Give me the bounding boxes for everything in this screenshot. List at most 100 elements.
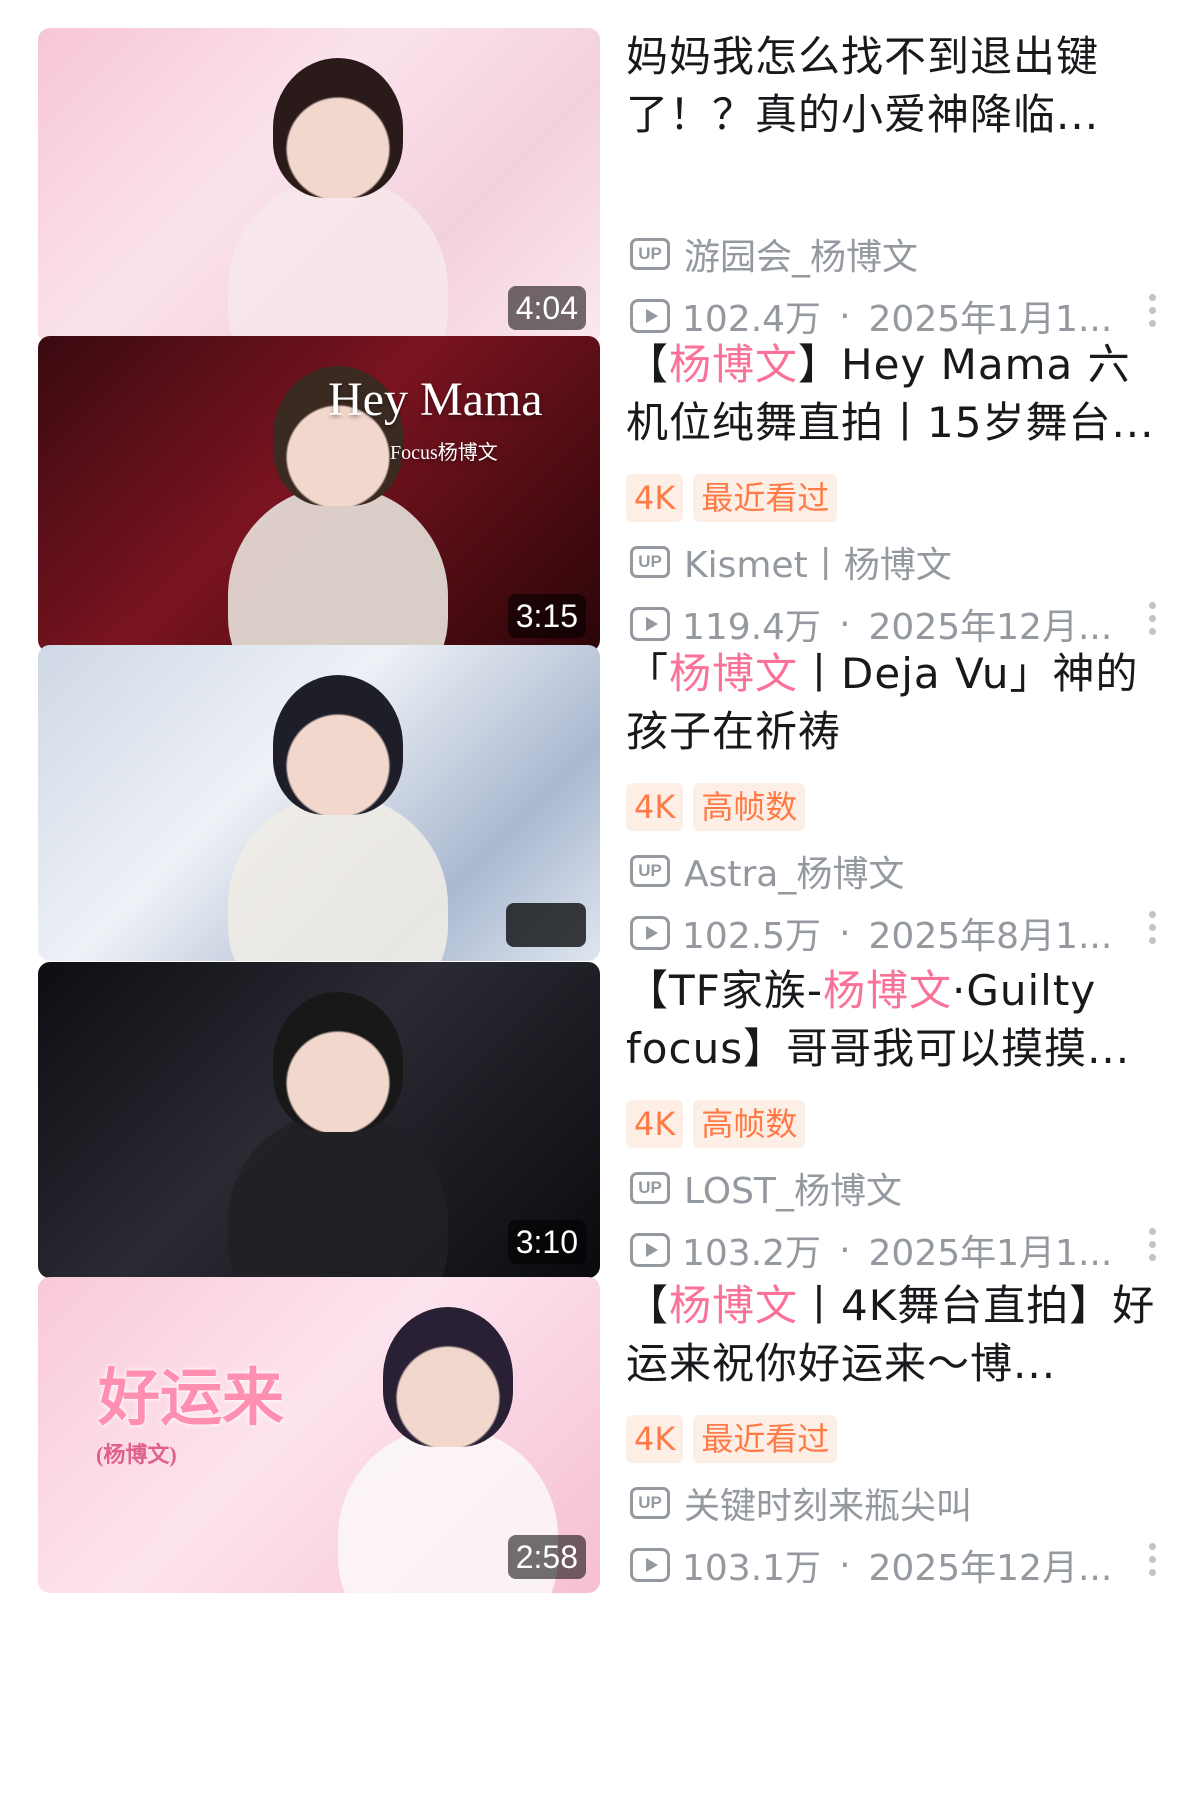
video-tag: 4K	[626, 1100, 684, 1148]
video-list: 4:04 妈妈我怎么找不到退出键了！？真的小爱神降临... UP 游园会_杨博文 102…	[0, 0, 1200, 1796]
more-dot	[1148, 911, 1156, 918]
video-card[interactable]: 3:10 【TF家族-杨博文·Guilty focus】哥哥我可以摸摸... 4K 高…	[0, 962, 1200, 1282]
video-card[interactable]: 「杨博文丨Deja Vu」神的孩子在祈祷 4K 高帧数 UP Astra_杨博文 102.…	[0, 645, 1200, 965]
video-title[interactable]: 【TF家族-杨博文·Guilty focus】哥哥我可以摸摸...	[626, 962, 1166, 1078]
duration-badge: 4:04	[507, 286, 586, 330]
separator-dot: ·	[839, 1544, 851, 1586]
video-title[interactable]: 【杨博文】Hey Mama 六机位纯舞直拍丨15岁舞台...	[626, 336, 1166, 452]
stats-line: 103.1万 · 2025年12月...	[630, 1539, 1130, 1591]
performer-figure	[228, 486, 448, 652]
video-tag: 最近看过	[693, 1415, 838, 1463]
stats-line: 102.4万 · 2025年1月1...	[630, 290, 1130, 342]
more-options-icon[interactable]	[1146, 911, 1158, 951]
separator-dot: ·	[839, 1229, 851, 1271]
separator-dot: ·	[839, 295, 851, 337]
duration-badge	[506, 903, 586, 947]
title-text: 【TF家族-	[626, 966, 823, 1015]
more-dot	[1148, 602, 1156, 609]
stats-line: 103.2万 · 2025年1月1...	[630, 1224, 1130, 1276]
separator-dot: ·	[839, 912, 851, 954]
duration-badge: 3:15	[507, 594, 586, 638]
title-keyword-highlight: 杨博文	[669, 340, 799, 389]
duration-badge: 3:10	[507, 1220, 586, 1264]
uploader-name: 关键时刻来瓶尖叫	[684, 1486, 973, 1527]
more-dot	[1148, 294, 1156, 301]
uploader-name: LOST_杨博文	[684, 1171, 902, 1212]
publish-date: 2025年1月1...	[868, 1233, 1113, 1274]
performer-head	[273, 675, 403, 815]
video-tag: 4K	[626, 783, 684, 831]
more-dot	[1148, 1241, 1156, 1248]
thumbnail-overlay-subtitle: (杨博文)	[96, 1442, 177, 1467]
tag-row: 4K 高帧数	[626, 783, 806, 831]
video-thumbnail[interactable]	[38, 645, 600, 961]
more-dot	[1148, 307, 1156, 314]
title-keyword-highlight: 杨博文	[669, 649, 799, 698]
play-count-icon	[630, 916, 670, 950]
view-count: 119.4万	[682, 607, 822, 648]
video-title[interactable]: 妈妈我怎么找不到退出键了！？真的小爱神降临...	[626, 28, 1166, 144]
publish-date: 2025年1月1...	[868, 299, 1113, 340]
tag-row: 4K 最近看过	[626, 474, 838, 522]
performer-figure	[228, 1112, 448, 1278]
title-text: 【	[626, 340, 670, 389]
view-count: 102.4万	[682, 299, 822, 340]
title-keyword-highlight: 杨博文	[822, 966, 952, 1015]
video-thumbnail[interactable]: Hey Mama Focus杨博文 3:15	[38, 336, 600, 652]
more-dot	[1148, 937, 1156, 944]
uploader-line[interactable]: UP LOST_杨博文	[630, 1162, 1130, 1214]
video-thumbnail[interactable]: 3:10	[38, 962, 600, 1278]
uploader-line[interactable]: UP Astra_杨博文	[630, 845, 1130, 897]
uploader-line[interactable]: UP 游园会_杨博文	[630, 228, 1130, 280]
play-count-icon	[630, 1233, 670, 1267]
more-options-icon[interactable]	[1146, 602, 1158, 642]
video-thumbnail[interactable]: 4:04	[38, 28, 600, 344]
uploader-name: Kismet丨杨博文	[684, 545, 952, 586]
more-dot	[1148, 924, 1156, 931]
view-count: 103.1万	[682, 1548, 822, 1589]
up-icon: UP	[630, 546, 670, 578]
video-tag: 最近看过	[693, 474, 838, 522]
more-dot	[1148, 1228, 1156, 1235]
more-dot	[1148, 615, 1156, 622]
title-text: 【	[626, 1281, 670, 1330]
video-card[interactable]: 好运来 (杨博文) 2:58 【杨博文丨4K舞台直拍】好运来祝你好运来～博... 4K 最…	[0, 1277, 1200, 1597]
performer-figure	[228, 178, 448, 344]
video-tag: 高帧数	[693, 783, 806, 831]
video-title[interactable]: 「杨博文丨Deja Vu」神的孩子在祈祷	[626, 645, 1166, 761]
more-dot	[1148, 320, 1156, 327]
play-count-icon	[630, 607, 670, 641]
up-icon: UP	[630, 855, 670, 887]
view-count: 102.5万	[682, 916, 822, 957]
more-dot	[1148, 1254, 1156, 1261]
thumbnail-overlay-subtitle: Focus杨博文	[390, 442, 498, 464]
stats-line: 102.5万 · 2025年8月1...	[630, 907, 1130, 959]
stats-line: 119.4万 · 2025年12月...	[630, 598, 1130, 650]
video-thumbnail[interactable]: 好运来 (杨博文) 2:58	[38, 1277, 600, 1593]
title-text: 妈妈我怎么找不到退出键了！？真的小爱神降临...	[626, 32, 1100, 139]
duration-badge: 2:58	[507, 1535, 586, 1579]
publish-date: 2025年12月...	[868, 1548, 1113, 1589]
video-card[interactable]: Hey Mama Focus杨博文 3:15 【杨博文】Hey Mama 六机位纯舞直…	[0, 336, 1200, 656]
publish-date: 2025年8月1...	[868, 916, 1113, 957]
tag-row: 4K 最近看过	[626, 1415, 838, 1463]
title-keyword-highlight: 杨博文	[669, 1281, 799, 1330]
video-tag: 4K	[626, 474, 684, 522]
more-options-icon[interactable]	[1146, 1228, 1158, 1268]
title-text: 「	[626, 649, 670, 698]
uploader-line[interactable]: UP Kismet丨杨博文	[630, 536, 1130, 588]
up-icon: UP	[630, 238, 670, 270]
video-card[interactable]: 4:04 妈妈我怎么找不到退出键了！？真的小爱神降临... UP 游园会_杨博文 102…	[0, 28, 1200, 348]
publish-date: 2025年12月...	[868, 607, 1113, 648]
video-title[interactable]: 【杨博文丨4K舞台直拍】好运来祝你好运来～博...	[626, 1277, 1166, 1393]
play-count-icon	[630, 299, 670, 333]
more-options-icon[interactable]	[1146, 294, 1158, 334]
uploader-name: 游园会_杨博文	[684, 237, 919, 278]
performer-head	[273, 992, 403, 1132]
performer-head	[383, 1307, 513, 1447]
video-tag: 高帧数	[693, 1100, 806, 1148]
more-options-icon[interactable]	[1146, 1543, 1158, 1583]
uploader-line[interactable]: UP 关键时刻来瓶尖叫	[630, 1477, 1130, 1529]
uploader-name: Astra_杨博文	[684, 854, 905, 895]
performer-figure	[228, 795, 448, 961]
